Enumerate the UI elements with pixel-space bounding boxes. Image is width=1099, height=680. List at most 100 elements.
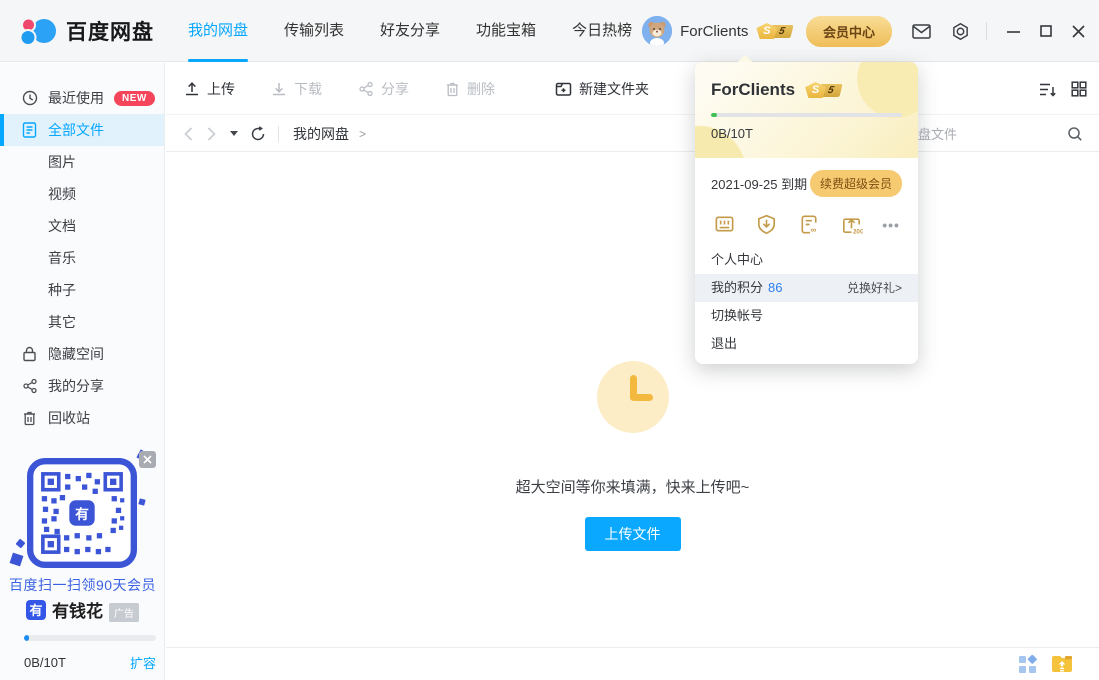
- sidebar-item-recycle-bin[interactable]: 回收站: [0, 402, 164, 434]
- panel-storage-progress-fill: [711, 113, 717, 117]
- sidebar-item-label: 我的分享: [48, 376, 104, 396]
- sidebar: 最近使用 NEW 全部文件 图片 视频 文档 音乐 种子 其它 隐藏空间: [0, 63, 165, 680]
- doc-infinity-icon[interactable]: ∞: [798, 213, 821, 236]
- toolbar-label: 下载: [294, 79, 322, 99]
- ad-close-icon[interactable]: [139, 451, 156, 468]
- avatar[interactable]: [642, 16, 672, 46]
- upload-file-button[interactable]: 上传文件: [585, 517, 681, 551]
- minimize-icon[interactable]: [1007, 25, 1020, 38]
- toolbar-label: 新建文件夹: [579, 79, 649, 99]
- svg-text:有: 有: [75, 506, 89, 522]
- file-toolbar: 上传 下载 分享 删除 新建文件夹 离线下载: [166, 63, 1099, 115]
- tab-my-drive[interactable]: 我的网盘: [188, 0, 248, 62]
- sidebar-item-label: 隐藏空间: [48, 344, 104, 364]
- sidebar-item-torrents[interactable]: 种子: [0, 274, 164, 306]
- menu-item-label: 个人中心: [711, 246, 763, 274]
- download-button[interactable]: 下载: [271, 79, 322, 99]
- upload-icon: [184, 81, 200, 97]
- sidebar-item-label: 文档: [48, 216, 76, 236]
- menu-item-switch-account[interactable]: 切换帐号: [695, 302, 918, 330]
- redeem-gifts-link[interactable]: 兑换好礼>: [847, 274, 902, 302]
- close-icon[interactable]: [1072, 25, 1085, 38]
- upload-folder-icon[interactable]: [1051, 655, 1073, 674]
- menu-item-my-points[interactable]: 我的积分 86 兑换好礼>: [695, 274, 918, 302]
- sidebar-item-label: 最近使用: [48, 88, 104, 108]
- empty-message: 超大空间等你来填满，快来上传吧~: [166, 476, 1099, 497]
- apps-grid-icon[interactable]: [1018, 655, 1037, 674]
- user-panel-header: ForClients S 5 0B/10T: [695, 62, 918, 158]
- sidebar-item-label: 视频: [48, 184, 76, 204]
- trash-icon: [445, 81, 460, 97]
- lock-icon: [22, 346, 38, 362]
- settings-icon[interactable]: [951, 22, 970, 41]
- sidebar-item-recent[interactable]: 最近使用 NEW: [0, 82, 164, 114]
- panel-svip-badge[interactable]: S 5: [805, 82, 841, 98]
- tab-hot-list[interactable]: 今日热榜: [572, 0, 632, 62]
- sidebar-item-label: 种子: [48, 280, 76, 300]
- share-button[interactable]: 分享: [358, 79, 409, 99]
- forward-icon[interactable]: [207, 127, 216, 141]
- app-title: 百度网盘: [66, 16, 154, 46]
- maximize-icon[interactable]: [1040, 25, 1052, 37]
- upload-20g-icon[interactable]: 20G: [840, 213, 863, 236]
- sidebar-item-label: 图片: [48, 152, 76, 172]
- svip-badge[interactable]: S 5: [756, 23, 792, 39]
- ad-caption[interactable]: 百度扫一扫领90天会员: [0, 575, 165, 595]
- sidebar-item-all-files[interactable]: 全部文件: [0, 114, 164, 146]
- storage-progress-bar[interactable]: [24, 635, 156, 641]
- breadcrumb-root[interactable]: 我的网盘: [293, 124, 349, 144]
- share-icon: [22, 378, 38, 394]
- sidebar-item-hidden-space[interactable]: 隐藏空间: [0, 338, 164, 370]
- upload-button[interactable]: 上传: [184, 79, 235, 99]
- grid-view-icon[interactable]: [1071, 81, 1087, 97]
- delete-button[interactable]: 删除: [445, 79, 495, 99]
- mail-icon[interactable]: [912, 24, 931, 39]
- vip-card-icon[interactable]: [713, 213, 736, 236]
- storage-row: 0B/10T 扩容: [24, 653, 156, 672]
- path-bar: 我的网盘 >: [166, 116, 1099, 152]
- history-dropdown-icon[interactable]: [230, 131, 238, 136]
- panel-storage-usage: 0B/10T: [711, 126, 902, 141]
- refresh-icon[interactable]: [250, 126, 266, 142]
- sidebar-item-others[interactable]: 其它: [0, 306, 164, 338]
- app-logo: 百度网盘: [16, 0, 154, 62]
- sidebar-item-documents[interactable]: 文档: [0, 210, 164, 242]
- sidebar-item-label: 其它: [48, 312, 76, 332]
- document-icon: [22, 122, 38, 138]
- baidu-netdisk-logo-icon: [16, 13, 58, 49]
- tab-friend-share[interactable]: 好友分享: [380, 0, 440, 62]
- speed-download-icon[interactable]: [755, 213, 778, 236]
- user-dropdown-panel: ForClients S 5 0B/10T 2021-09-25 到期 续费超级…: [695, 62, 918, 364]
- qr-ad[interactable]: 有: [27, 457, 137, 569]
- ad-brand-name: 有钱花: [52, 597, 103, 622]
- expand-storage-link[interactable]: 扩容: [130, 653, 156, 672]
- youqianhua-logo-icon: 有: [26, 600, 46, 620]
- sidebar-item-label: 回收站: [48, 408, 90, 428]
- new-folder-button[interactable]: 新建文件夹: [555, 79, 649, 99]
- username[interactable]: ForClients: [680, 23, 748, 40]
- new-folder-icon: [555, 81, 572, 97]
- member-center-button[interactable]: 会员中心: [806, 16, 892, 47]
- empty-clock-icon: [597, 361, 669, 433]
- ad-tag: 广告: [109, 603, 139, 622]
- back-icon[interactable]: [184, 127, 193, 141]
- menu-item-personal-center[interactable]: 个人中心: [695, 246, 918, 274]
- pathbar-separator: [278, 126, 279, 142]
- tab-transfer-list[interactable]: 传输列表: [284, 0, 344, 62]
- decor-cube: [10, 553, 24, 567]
- sidebar-item-music[interactable]: 音乐: [0, 242, 164, 274]
- menu-item-logout[interactable]: 退出: [695, 330, 918, 358]
- storage-usage: 0B/10T: [24, 655, 66, 670]
- sidebar-item-my-shares[interactable]: 我的分享: [0, 370, 164, 402]
- more-icon[interactable]: •••: [882, 217, 900, 233]
- empty-state: 超大空间等你来填满，快来上传吧~ 上传文件: [166, 361, 1099, 551]
- search-icon[interactable]: [1067, 126, 1083, 142]
- qr-code-image: 有: [27, 457, 137, 569]
- renew-svip-button[interactable]: 续费超级会员: [810, 170, 902, 197]
- tab-toolbox[interactable]: 功能宝箱: [476, 0, 536, 62]
- sidebar-item-videos[interactable]: 视频: [0, 178, 164, 210]
- sort-icon[interactable]: [1039, 82, 1057, 97]
- file-list-area: 超大空间等你来填满，快来上传吧~ 上传文件: [166, 153, 1099, 648]
- ad-brand-row[interactable]: 有 有钱花 广告: [0, 597, 165, 622]
- sidebar-item-pictures[interactable]: 图片: [0, 146, 164, 178]
